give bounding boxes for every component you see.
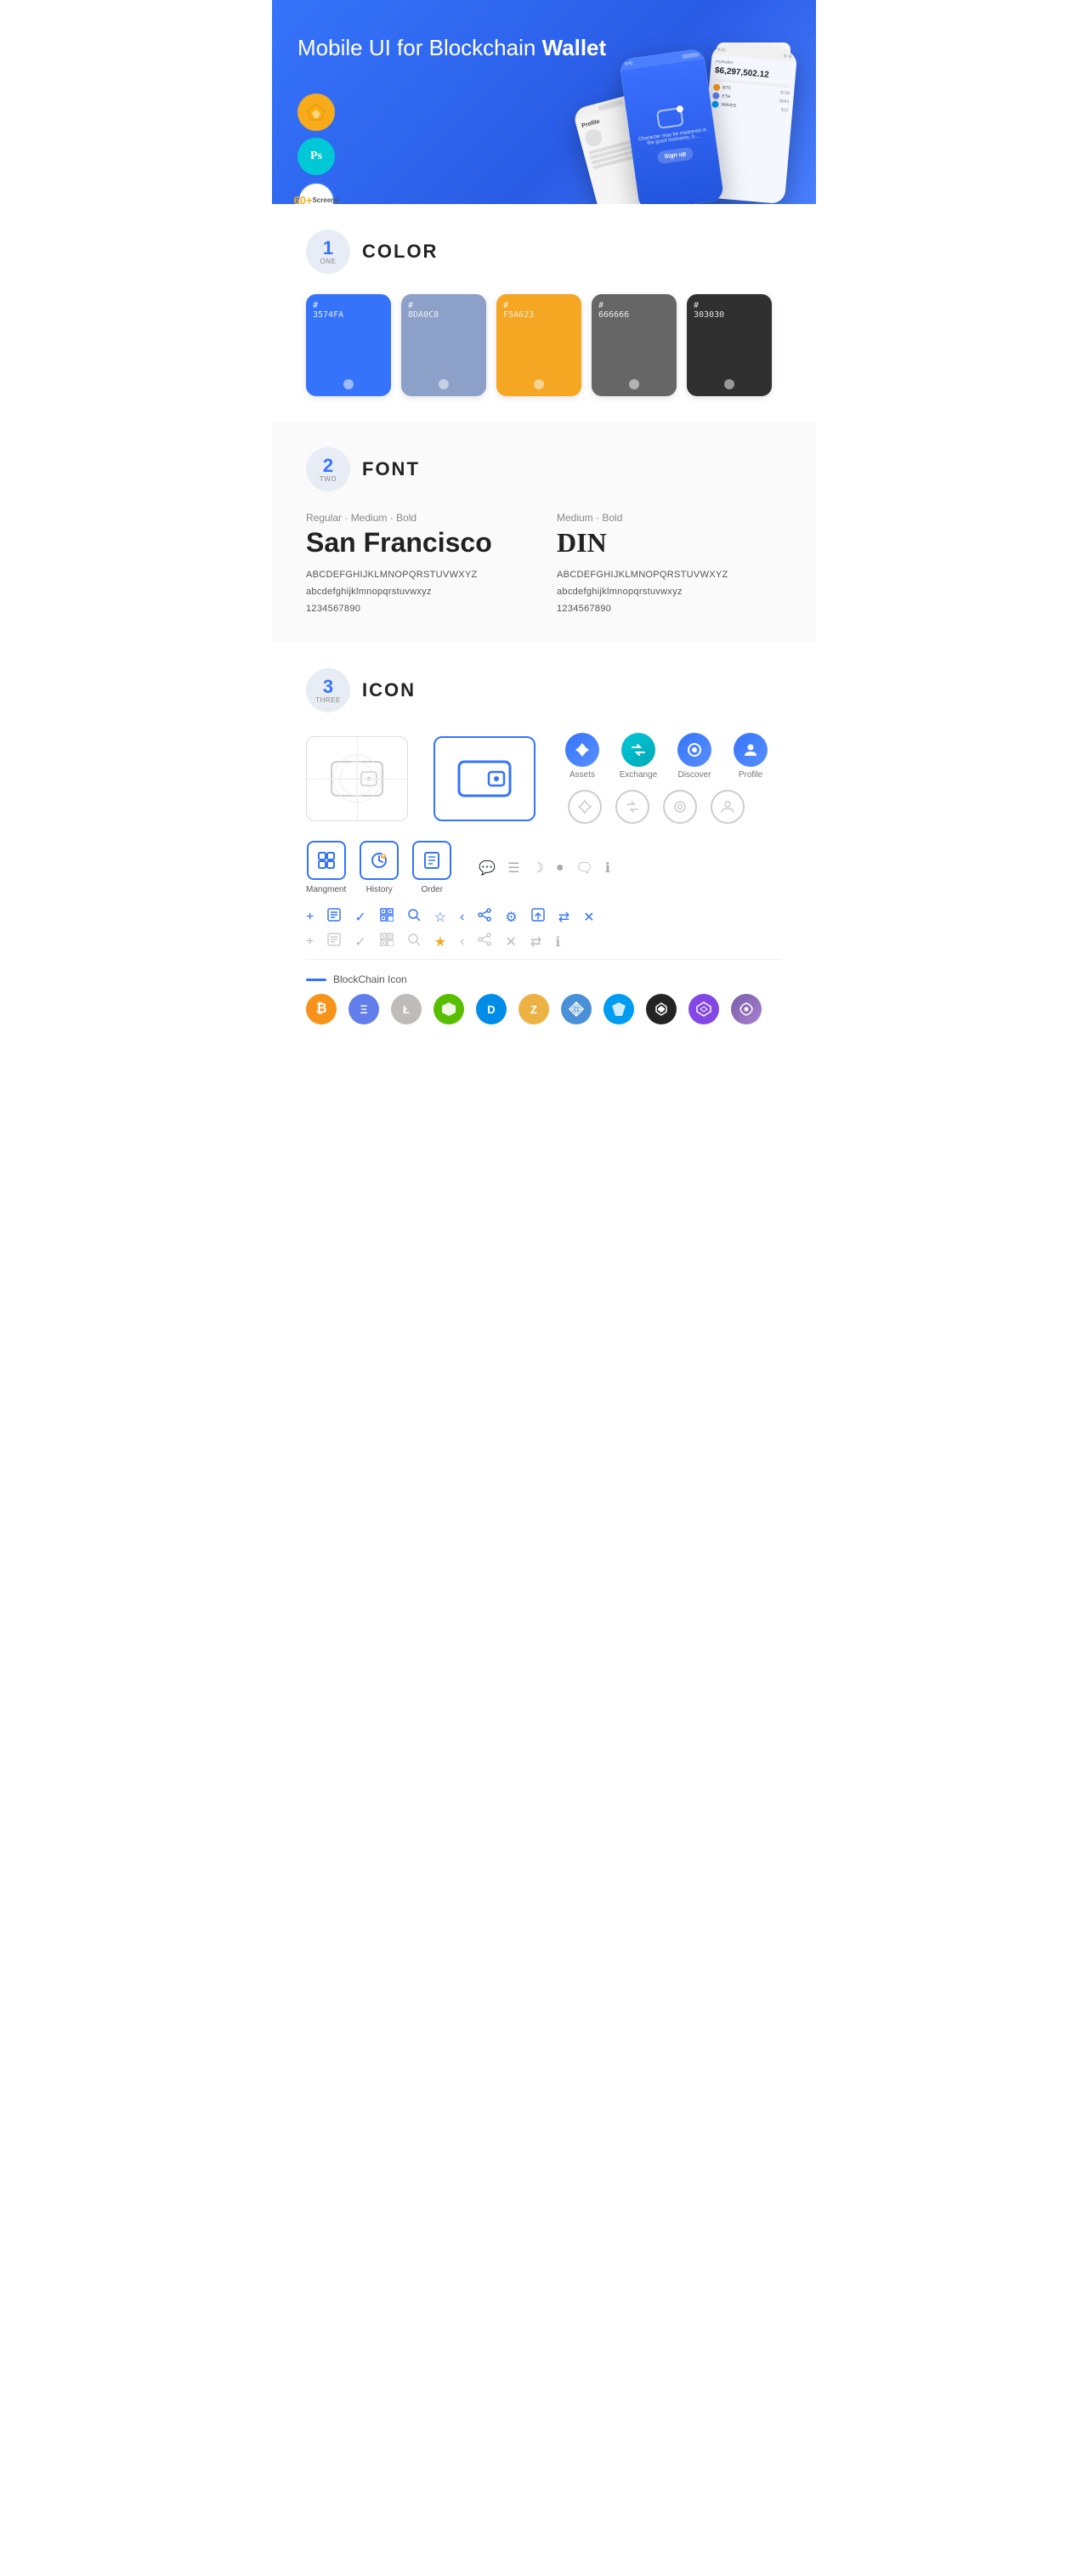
font-title: FONT	[362, 458, 420, 480]
stack-icon: ☰	[507, 860, 519, 877]
color-number-badge: 1 ONE	[306, 230, 350, 274]
nav-icon-grid: Assets Exchange Discover	[561, 733, 772, 824]
tool-icons-gray: + ✓ ★ ‹ ✕ ⇄ ℹ	[306, 933, 782, 950]
note-icon-gray[interactable]	[327, 933, 341, 950]
icon-management: Mangment	[306, 841, 346, 894]
qr-icon[interactable]	[380, 908, 394, 926]
management-box	[307, 841, 346, 880]
message-icon: 🗨	[576, 860, 593, 877]
icon-discover: Discover	[673, 733, 716, 780]
share-icon[interactable]	[478, 908, 491, 926]
icon-exchange: Exchange	[617, 733, 660, 780]
plus-icon-gray[interactable]: +	[306, 934, 314, 950]
crypto-ltc: Ł	[391, 994, 422, 1024]
icon-history: History	[360, 841, 399, 894]
moon-icon: ☽	[532, 860, 544, 877]
swap-icon-gray[interactable]: ⇄	[530, 933, 541, 950]
check-icon-gray[interactable]: ✓	[354, 933, 366, 950]
blockchain-label: BlockChain Icon	[306, 973, 782, 985]
screens-badge: 60+ Screens	[298, 182, 335, 204]
hero-title-regular: Mobile UI for Blockchain	[298, 35, 542, 60]
plus-icon[interactable]: +	[306, 910, 314, 925]
star-icon-active[interactable]: ★	[434, 933, 446, 950]
check-icon[interactable]: ✓	[354, 909, 366, 926]
discover-circle	[677, 733, 711, 767]
star-icon[interactable]: ☆	[434, 909, 446, 926]
search-icon[interactable]	[407, 908, 421, 926]
crypto-waves	[604, 994, 634, 1024]
qr-icon-gray[interactable]	[380, 933, 394, 950]
color-swatch-orange: #F5A623	[496, 294, 581, 396]
ps-badge: Ps	[298, 138, 335, 175]
font-section-header: 2 TWO FONT	[306, 447, 782, 491]
chat-icon: 💬	[479, 860, 496, 877]
crypto-icons-row: ₿ Ξ Ł D Z	[306, 994, 782, 1024]
circle-icon: ●	[556, 860, 564, 876]
crypto-zcash: Z	[518, 994, 549, 1024]
profile-circle	[734, 733, 768, 767]
small-icons-row: 💬 ☰ ☽ ● 🗨 ℹ	[479, 860, 610, 877]
note-icon[interactable]	[327, 908, 341, 926]
icon-title: ICON	[362, 679, 416, 701]
search-icon-gray[interactable]	[407, 933, 421, 950]
hero-badges: Ps 60+ Screens	[298, 94, 335, 204]
icon-assets: Assets	[561, 733, 604, 780]
icon-design-area: Assets Exchange Discover	[306, 733, 782, 824]
crypto-eth: Ξ	[348, 994, 379, 1024]
icon-assets-outline	[568, 790, 602, 824]
share-icon-gray[interactable]	[478, 933, 491, 950]
font-number-badge: 2 TWO	[306, 447, 350, 491]
crypto-dash: D	[476, 994, 507, 1024]
icon-profile: Profile	[729, 733, 772, 780]
icon-section-header: 3 THREE ICON	[306, 668, 782, 712]
icon-section: 3 THREE ICON	[272, 643, 816, 1050]
color-title: COLOR	[362, 241, 438, 263]
icon-order: Order	[412, 841, 451, 894]
color-swatch-dark: #303030	[687, 294, 772, 396]
icon-exchange-outline	[615, 790, 649, 824]
icon-number-badge: 3 THREE	[306, 668, 350, 712]
crypto-iota	[646, 994, 677, 1024]
close-icon[interactable]: ✕	[583, 909, 594, 926]
tool-icons-blue: + ✓ ☆ ‹ ⚙ ⇄ ✕	[306, 908, 782, 926]
color-section: 1 ONE COLOR #3574FA #8DA0C8 #F5A623 #666…	[272, 204, 816, 422]
hero-section: Mobile UI for Blockchain Wallet UI Kit P…	[272, 0, 816, 204]
color-section-header: 1 ONE COLOR	[306, 230, 782, 274]
crypto-matic	[688, 994, 719, 1024]
upload-icon[interactable]	[531, 908, 545, 926]
crypto-grid	[561, 994, 592, 1024]
chevron-left-icon[interactable]: ‹	[460, 910, 464, 925]
app-nav-icons: Mangment History	[306, 841, 782, 894]
blockchain-line-decor	[306, 979, 326, 981]
font-section: 2 TWO FONT Regular · Medium · Bold San F…	[272, 422, 816, 643]
chevron-left-icon-gray[interactable]: ‹	[460, 934, 464, 950]
exchange-circle	[621, 733, 655, 767]
crypto-btc: ₿	[306, 994, 337, 1024]
font-din: Medium · Bold DIN ABCDEFGHIJKLMNOPQRSTUV…	[557, 512, 782, 617]
color-swatch-gray: #666666	[592, 294, 677, 396]
phone-mockups: Profile 9:41 Character may be mastered i…	[552, 17, 816, 204]
close-icon-gray[interactable]: ✕	[505, 933, 516, 950]
info-icon: ℹ	[605, 860, 610, 877]
font-sf: Regular · Medium · Bold San Francisco AB…	[306, 512, 531, 617]
crypto-dot	[731, 994, 762, 1024]
wallet-icon-blue	[434, 736, 536, 821]
info-icon-gray[interactable]: ℹ	[555, 933, 560, 950]
order-box	[412, 841, 451, 880]
assets-circle	[565, 733, 599, 767]
swap-icon[interactable]: ⇄	[558, 909, 570, 926]
color-swatch-slate: #8DA0C8	[401, 294, 486, 396]
color-swatches: #3574FA #8DA0C8 #F5A623 #666666 #303030	[306, 294, 782, 396]
history-box	[360, 841, 399, 880]
color-swatch-blue: #3574FA	[306, 294, 391, 396]
crypto-neo	[434, 994, 464, 1024]
icon-discover-outline	[663, 790, 697, 824]
font-grid: Regular · Medium · Bold San Francisco AB…	[306, 512, 782, 617]
icon-profile-outline	[711, 790, 745, 824]
sketch-badge	[298, 94, 335, 131]
wallet-guide-outline	[306, 736, 408, 821]
settings-icon[interactable]: ⚙	[505, 909, 517, 926]
